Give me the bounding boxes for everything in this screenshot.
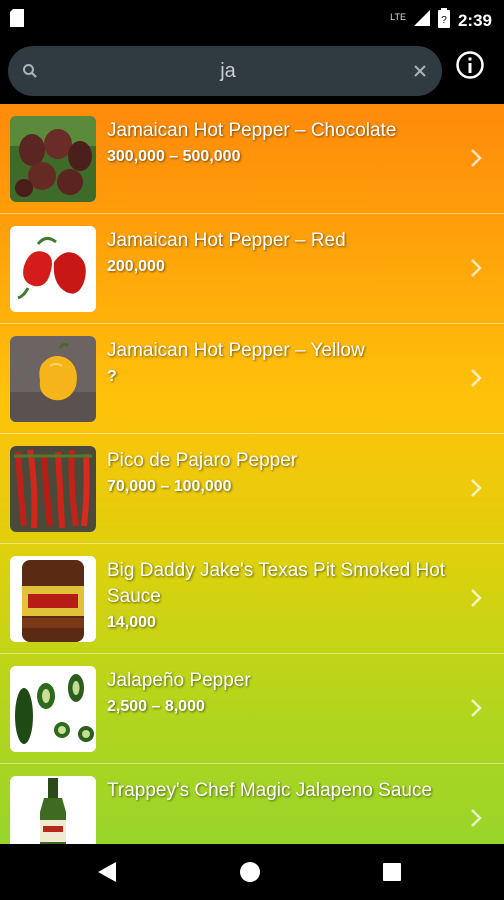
list-item[interactable]: Trappey's Chef Magic Jalapeno Sauce — [0, 764, 504, 844]
item-name: Jamaican Hot Pepper – Yellow — [107, 340, 365, 361]
list-item[interactable]: Big Daddy Jake's Texas Pit Smoked Hot Sa… — [0, 544, 504, 654]
item-scoville: 14,000 — [107, 614, 156, 631]
results-list: Jamaican Hot Pepper – Chocolate 300,000 … — [0, 104, 504, 844]
search-icon — [22, 63, 38, 84]
status-bar: LTE ? 2:39 — [0, 0, 504, 38]
list-item[interactable]: Jamaican Hot Pepper – Yellow ? — [0, 324, 504, 434]
info-icon[interactable] — [455, 50, 485, 80]
yellow-pepper-thumbnail — [10, 336, 96, 422]
close-icon[interactable] — [412, 63, 428, 84]
item-scoville: 2,500 – 8,000 — [107, 698, 205, 715]
list-item[interactable]: Jamaican Hot Pepper – Chocolate 300,000 … — [0, 104, 504, 214]
clock: 2:39 — [457, 10, 492, 30]
search-bar — [0, 38, 504, 104]
sd-card-icon — [10, 9, 24, 32]
jalapeno-pepper-thumbnail — [10, 666, 96, 752]
pico-de-pajaro-pepper-thumbnail — [10, 446, 96, 532]
chevron-right-icon — [470, 368, 482, 393]
list-item[interactable]: Jalapeño Pepper 2,500 – 8,000 — [0, 654, 504, 764]
item-name: Jalapeño Pepper — [107, 670, 251, 691]
item-scoville: ? — [107, 368, 117, 385]
home-icon[interactable] — [236, 858, 264, 886]
search-input[interactable] — [48, 46, 408, 96]
network-type: LTE — [390, 11, 406, 22]
red-pepper-thumbnail — [10, 226, 96, 312]
chevron-right-icon — [470, 808, 482, 833]
hot-sauce-bottle-thumbnail — [10, 556, 96, 642]
item-scoville: 70,000 – 100,000 — [107, 478, 232, 495]
chevron-right-icon — [470, 698, 482, 723]
chevron-right-icon — [470, 258, 482, 283]
chocolate-pepper-thumbnail — [10, 116, 96, 202]
chevron-right-icon — [470, 148, 482, 173]
item-name: Pico de Pajaro Pepper — [107, 450, 298, 471]
item-name: Jamaican Hot Pepper – Red — [107, 230, 346, 251]
item-scoville: 200,000 — [107, 258, 165, 275]
svg-text:?: ? — [441, 15, 447, 26]
battery-icon: ? — [437, 8, 450, 33]
item-name: Trappey's Chef Magic Jalapeno Sauce — [107, 780, 433, 801]
back-icon[interactable] — [94, 858, 122, 886]
jalapeno-sauce-bottle-thumbnail — [10, 776, 96, 844]
signal-icon — [413, 10, 430, 31]
list-item[interactable]: Jamaican Hot Pepper – Red 200,000 — [0, 214, 504, 324]
chevron-right-icon — [470, 588, 482, 613]
list-item[interactable]: Pico de Pajaro Pepper 70,000 – 100,000 — [0, 434, 504, 544]
item-name: Big Daddy Jake's Texas Pit Smoked Hot Sa… — [107, 560, 446, 607]
search-field[interactable] — [8, 46, 442, 96]
navigation-bar — [0, 844, 504, 900]
item-name: Jamaican Hot Pepper – Chocolate — [107, 120, 397, 141]
item-scoville: 300,000 – 500,000 — [107, 148, 241, 165]
chevron-right-icon — [470, 478, 482, 503]
recents-icon[interactable] — [378, 858, 406, 886]
